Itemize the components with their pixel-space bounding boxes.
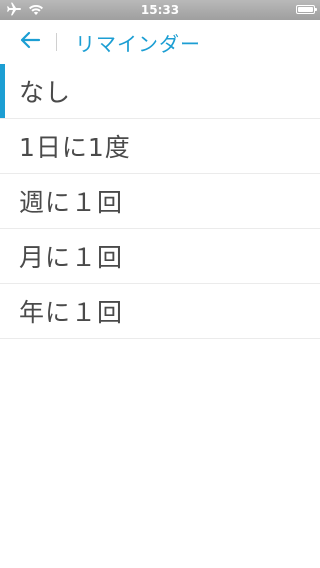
- header: リマインダー: [0, 20, 320, 64]
- reminder-option-yearly[interactable]: 年に１回: [0, 284, 320, 339]
- option-label: なし: [19, 78, 72, 107]
- option-label: 年に１回: [19, 298, 124, 327]
- header-divider: [56, 33, 57, 51]
- option-label: 月に１回: [19, 243, 124, 272]
- arrow-left-icon: [19, 31, 41, 53]
- reminder-option-weekly[interactable]: 週に１回: [0, 174, 320, 229]
- reminder-screen: 15:33 リマインダー なし 1日に1度 週に１回 月に１回 年に１回: [0, 0, 320, 568]
- battery-icon: [296, 5, 317, 14]
- reminder-option-daily[interactable]: 1日に1度: [0, 119, 320, 174]
- reminder-options-list: なし 1日に1度 週に１回 月に１回 年に１回: [0, 64, 320, 339]
- reminder-option-none[interactable]: なし: [0, 64, 320, 119]
- status-bar: 15:33: [0, 0, 320, 20]
- back-button[interactable]: [8, 20, 52, 64]
- status-time: 15:33: [140, 3, 180, 17]
- reminder-option-monthly[interactable]: 月に１回: [0, 229, 320, 284]
- option-label: 週に１回: [19, 188, 124, 217]
- option-label: 1日に1度: [19, 133, 131, 162]
- page-title: リマインダー: [75, 31, 201, 56]
